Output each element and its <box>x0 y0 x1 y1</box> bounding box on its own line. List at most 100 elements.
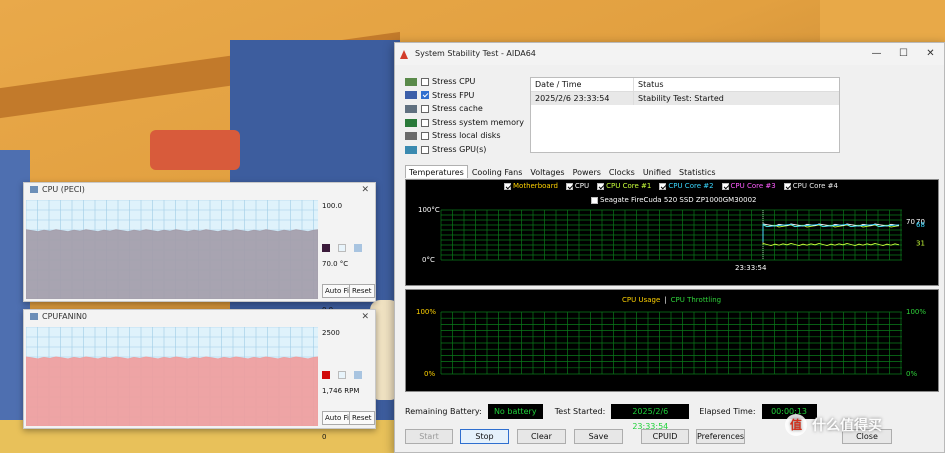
right-bottom-label: 0% <box>906 370 917 378</box>
tab-unified[interactable]: Unified <box>639 165 675 178</box>
line-color-swatch[interactable] <box>322 244 330 252</box>
test-started-label: Test Started: <box>554 407 606 416</box>
value-area <box>26 356 318 426</box>
fan-monitor-window[interactable]: CPUFANIN0 ✕ 2500 1,746 RPM Auto Fit Rese… <box>23 309 376 441</box>
reset-button[interactable]: Reset <box>349 284 375 298</box>
save-button[interactable]: Save <box>574 429 623 444</box>
monitor-app-icon <box>30 186 38 193</box>
cpuid-button[interactable]: CPUID <box>641 429 689 444</box>
cpu-monitor-window[interactable]: CPU (PECI) ✕ 100.0 70.0 °C Auto Fit Rese… <box>23 182 376 314</box>
legend-checkbox[interactable] <box>504 182 511 190</box>
window-controls: — ☐ ✕ <box>863 43 944 65</box>
col-date-time[interactable]: Date / Time <box>531 78 634 91</box>
site-watermark: 值 什么值得买 <box>785 414 882 436</box>
stress-checkbox[interactable] <box>421 118 429 127</box>
legend-checkbox[interactable] <box>783 182 791 190</box>
stress-item[interactable]: Stress FPU <box>405 89 524 103</box>
line-color-swatch[interactable] <box>322 371 330 379</box>
close-icon[interactable]: ✕ <box>361 310 369 324</box>
legend-label: CPU Core #4 <box>792 182 838 190</box>
legend-checkbox[interactable] <box>721 182 729 190</box>
bg-color-swatch[interactable] <box>354 371 362 379</box>
cpu-monitor-side: 100.0 70.0 °C Auto Fit Reset 0.0 <box>320 200 380 314</box>
legend-cpu-throttling: CPU Throttling <box>670 296 722 304</box>
fan-graph-svg <box>26 327 318 426</box>
stress-item[interactable]: Stress GPU(s) <box>405 143 524 157</box>
watermark-text: 什么值得买 <box>812 418 882 434</box>
legend-checkbox[interactable] <box>597 182 605 190</box>
time-label: 23:33:54 <box>735 264 767 272</box>
current-value: 1,746 RPM <box>322 387 360 395</box>
reset-button[interactable]: Reset <box>349 411 375 425</box>
cpu-usage-graph-svg: 100% 0% 100% 0% <box>416 308 926 378</box>
value-area <box>26 229 318 299</box>
fpu-icon <box>405 91 417 100</box>
battery-label: Remaining Battery: <box>405 407 482 416</box>
bg-color-swatch[interactable] <box>354 244 362 252</box>
cpu-monitor-titlebar[interactable]: CPU (PECI) ✕ <box>24 183 375 197</box>
aida64-stability-window[interactable]: System Stability Test - AIDA64 — ☐ ✕ Str… <box>394 42 945 453</box>
clear-button[interactable]: Clear <box>517 429 566 444</box>
status-bar: Remaining Battery: No battery Test Start… <box>405 404 825 431</box>
tab-powers[interactable]: Powers <box>569 165 605 178</box>
scale-top-value: 2500 <box>322 329 340 337</box>
test-started-value: 2025/2/6 23:33:54 <box>611 404 690 431</box>
close-button[interactable]: ✕ <box>917 43 944 65</box>
legend-item[interactable]: Seagate FireCuda 520 SSD ZP1000GM30002 <box>591 196 756 204</box>
stress-item[interactable]: Stress CPU <box>405 75 524 89</box>
fill-color-swatch[interactable] <box>338 244 346 252</box>
y-bottom-label: 0°C <box>422 256 435 264</box>
cache-icon <box>405 104 417 113</box>
legend-checkbox[interactable] <box>659 182 667 190</box>
cpu-usage-graph: 100% 0% 100% 0% CPU Usage | CPU Throttling <box>405 289 939 392</box>
log-date: 2025/2/6 23:33:54 <box>531 92 634 105</box>
status-log[interactable]: Date / Time Status 2025/2/6 23:33:54 Sta… <box>530 77 840 153</box>
stress-checkbox[interactable] <box>421 104 429 113</box>
preferences-button[interactable]: Preferences <box>696 429 745 444</box>
series-value-label: 70 <box>906 218 915 226</box>
legend-item[interactable]: CPU Core #3 <box>721 182 776 190</box>
memory-icon <box>405 118 417 127</box>
legend-item[interactable]: Motherboard <box>504 182 558 190</box>
tab-statistics[interactable]: Statistics <box>675 165 720 178</box>
legend-item[interactable]: CPU <box>565 182 589 190</box>
aida64-logo-icon <box>400 50 408 59</box>
close-icon[interactable]: ✕ <box>361 183 369 197</box>
minimize-button[interactable]: — <box>863 43 890 65</box>
legend-checkbox[interactable] <box>591 196 598 204</box>
scale-top-value: 100.0 <box>322 202 343 210</box>
fan-monitor-title: CPUFANIN0 <box>42 312 88 321</box>
cpu-monitor-title: CPU (PECI) <box>42 185 85 194</box>
temperature-legend-2: Seagate FireCuda 520 SSD ZP1000GM30002 <box>591 196 764 204</box>
fill-color-swatch[interactable] <box>338 371 346 379</box>
scale-bottom-value: 0 <box>322 433 327 441</box>
y-top-label: 100°C <box>418 206 440 214</box>
start-button[interactable]: Start <box>405 429 453 444</box>
fan-monitor-titlebar[interactable]: CPUFANIN0 ✕ <box>24 310 375 324</box>
maximize-button[interactable]: ☐ <box>890 43 917 65</box>
stress-checkbox[interactable] <box>421 145 429 154</box>
stress-checkbox[interactable] <box>421 91 429 100</box>
aida-titlebar[interactable]: System Stability Test - AIDA64 — ☐ ✕ <box>395 43 944 65</box>
fan-monitor-graph <box>26 327 318 426</box>
legend-checkbox[interactable] <box>565 182 573 190</box>
tab-voltages[interactable]: Voltages <box>526 165 568 178</box>
stress-item[interactable]: Stress cache <box>405 102 524 116</box>
tab-clocks[interactable]: Clocks <box>605 165 639 178</box>
tab-temperatures[interactable]: Temperatures <box>405 165 468 178</box>
gpu-icon <box>405 145 417 154</box>
legend-item[interactable]: CPU Core #2 <box>659 182 714 190</box>
series-value-label: 31 <box>916 240 925 248</box>
legend-item[interactable]: CPU Core #1 <box>597 182 651 190</box>
stop-button[interactable]: Stop <box>460 429 509 444</box>
col-status[interactable]: Status <box>634 78 839 91</box>
legend-item[interactable]: CPU Core #4 <box>783 182 838 190</box>
stress-item[interactable]: Stress local disks <box>405 129 524 143</box>
stress-label: Stress GPU(s) <box>432 144 487 154</box>
cpu-monitor-graph <box>26 200 318 299</box>
stress-checkbox[interactable] <box>421 77 429 86</box>
stress-item[interactable]: Stress system memory <box>405 116 524 130</box>
log-row[interactable]: 2025/2/6 23:33:54 Stability Test: Starte… <box>531 92 839 105</box>
tab-cooling-fans[interactable]: Cooling Fans <box>468 165 527 178</box>
stress-checkbox[interactable] <box>421 132 429 141</box>
